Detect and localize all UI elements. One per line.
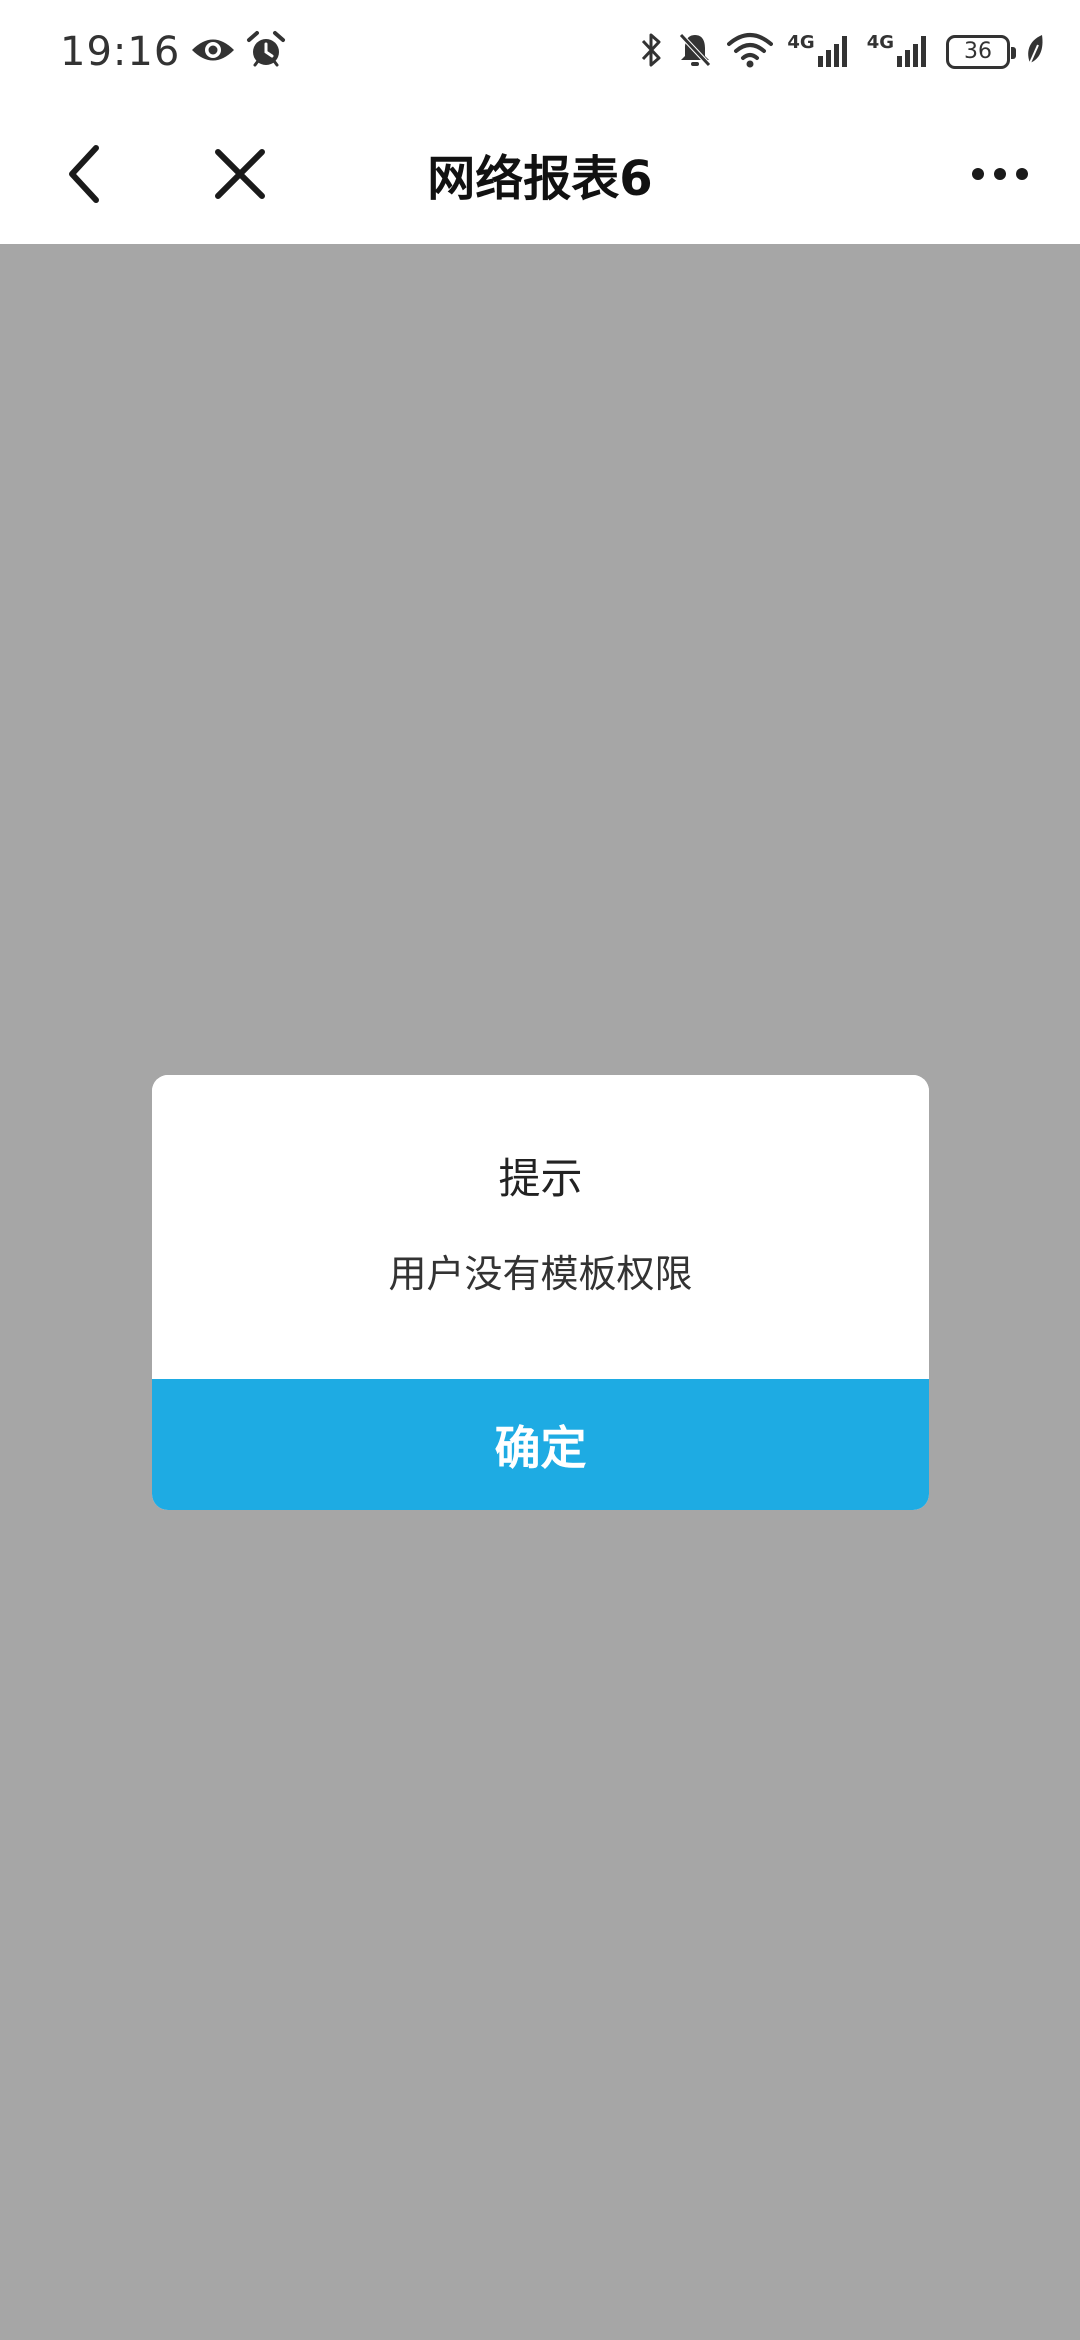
page-title: 网络报表6 [427,151,653,207]
bell-muted-icon [677,31,713,73]
battery-level: 36 [964,39,992,64]
signal-icon [817,32,853,72]
app-screen: 19:16 4G 4G 36 网络报表6 提示 用户没有模板权限 确定 [0,0,1080,2340]
status-right: 4G 4G 36 [639,22,1046,82]
network-type-label: 4G [866,32,894,53]
battery-icon: 36 [946,35,1016,69]
dialog-message: 用户没有模板权限 [388,1252,693,1296]
alert-dialog: 提示 用户没有模板权限 确定 [152,1075,929,1510]
dialog-body: 提示 用户没有模板权限 [152,1075,929,1379]
alarm-icon [246,30,286,74]
bluetooth-icon [639,31,663,73]
nav-bar: 网络报表6 [0,104,1080,244]
dialog-title: 提示 [498,1154,583,1203]
status-left: 19:16 [60,22,286,82]
more-button[interactable] [964,138,1036,210]
status-bar: 19:16 4G 4G 36 [0,0,1080,104]
status-time: 19:16 [60,29,181,75]
back-arrow-icon [69,145,99,203]
back-button[interactable] [48,138,120,210]
signal-icon [896,32,932,72]
wifi-icon [727,32,774,72]
cellular-2: 4G [867,32,932,72]
network-type-label: 4G [787,32,815,53]
more-icon [972,168,1028,180]
eye-icon [190,33,236,71]
leaf-icon [1024,33,1046,71]
confirm-button[interactable]: 确定 [152,1379,929,1510]
cellular-1: 4G [787,32,852,72]
